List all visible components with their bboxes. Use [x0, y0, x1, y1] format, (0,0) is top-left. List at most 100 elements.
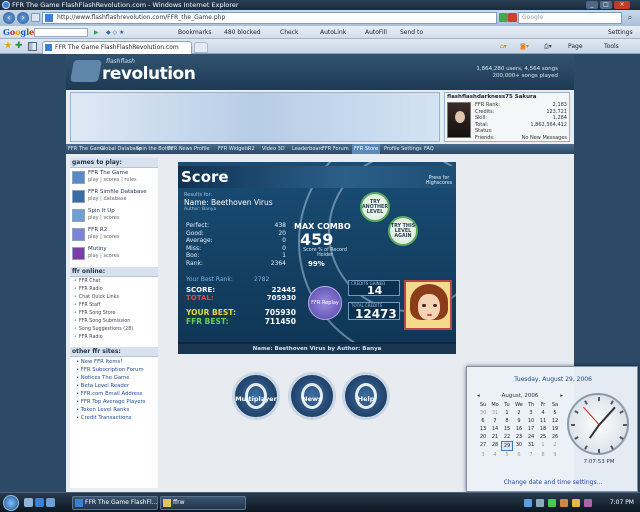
calendar-day[interactable]: 24	[525, 433, 537, 441]
sidebar-game-links[interactable]: play | scores	[88, 253, 120, 259]
calendar-day[interactable]: 30	[513, 441, 525, 451]
tray-app-icon[interactable]	[560, 499, 568, 507]
sidebar-game-links[interactable]: play | database	[88, 196, 127, 202]
sidebar-game-name[interactable]: Spin It Up	[88, 208, 115, 214]
sidebar-site-link[interactable]: • New FFR Items!	[74, 358, 154, 366]
calendar-day[interactable]: 31	[525, 441, 537, 451]
calendar-day[interactable]: 9	[549, 451, 561, 459]
multiplayer-button[interactable]: Multiplayer	[232, 372, 280, 420]
sidebar-game-name[interactable]: FFR Simfile Database	[88, 189, 147, 195]
calendar-day[interactable]: 20	[477, 433, 489, 441]
feeds-icon[interactable]: ◙▾	[520, 41, 529, 52]
calendar-day[interactable]: 5	[501, 451, 513, 459]
nav-r2[interactable]: R2	[248, 144, 255, 154]
calendar-day[interactable]: 29	[501, 441, 513, 451]
nav-video-3d[interactable]: Video 3D	[262, 144, 285, 154]
highscores-hint[interactable]: Press for Highscores	[424, 176, 454, 186]
sidebar-game-name[interactable]: FFR The Game	[88, 170, 128, 176]
calendar-day[interactable]: 4	[537, 409, 549, 417]
add-favorites-icon[interactable]: ✚	[15, 41, 23, 51]
calendar-day[interactable]: 5	[549, 409, 561, 417]
autolink-button[interactable]: AutoLink	[320, 26, 346, 39]
try-another-level-button[interactable]: TRY ANOTHER LEVEL	[360, 192, 390, 222]
calendar-day[interactable]: 2	[549, 441, 561, 451]
prev-month-icon[interactable]: ◂	[477, 393, 480, 399]
calendar-day[interactable]: 28	[489, 441, 501, 451]
recent-pages-icon[interactable]	[31, 13, 40, 22]
calendar-day[interactable]: 10	[525, 417, 537, 425]
news-button[interactable]: News	[288, 372, 336, 420]
sidebar-link[interactable]: • Song Suggestions (28)	[74, 326, 154, 334]
tab-ffr-the-game[interactable]: FFR The Game FlashFlashRevolution.com	[42, 41, 192, 54]
flyout-date[interactable]: Tuesday, August 29, 2006	[467, 376, 639, 383]
sidebar-game-links[interactable]: play | scores	[88, 234, 120, 240]
calendar-day[interactable]: 8	[537, 451, 549, 459]
calendar-day[interactable]: 1	[537, 441, 549, 451]
calendar-day[interactable]: 21	[489, 433, 501, 441]
autofill-button[interactable]: AutoFill	[365, 26, 387, 39]
toolbar-icons[interactable]: ◆ ◇ ★	[106, 26, 124, 39]
sidebar-game-item[interactable]: FFR The Game play | scores | rules	[72, 170, 156, 187]
back-button[interactable]: ‹	[3, 12, 15, 24]
calendar-day[interactable]: 19	[549, 425, 561, 433]
tray-app-icon[interactable]	[584, 499, 592, 507]
show-desktop-icon[interactable]	[24, 498, 33, 507]
calendar-day[interactable]: 30	[477, 409, 489, 417]
sidebar-game-links[interactable]: play | scores | rules	[88, 177, 137, 183]
quick-tabs-icon[interactable]	[28, 42, 37, 51]
sidebar-game-item[interactable]: Spin It Up play | scores	[72, 208, 156, 225]
ad-banner[interactable]	[70, 92, 440, 142]
minimize-button[interactable]: _	[586, 1, 598, 9]
calendar-day[interactable]: 6	[513, 451, 525, 459]
calendar-day[interactable]: 18	[537, 425, 549, 433]
tray-app-icon[interactable]	[572, 499, 580, 507]
sidebar-game-item[interactable]: FFR R2 play | scores	[72, 227, 156, 244]
sidebar-site-link[interactable]: • FFR Top Average Players	[74, 398, 154, 406]
sidebar-game-links[interactable]: play | scores	[88, 215, 120, 221]
calendar-day[interactable]: 12	[549, 417, 561, 425]
print-icon[interactable]: ⎙▾	[544, 41, 552, 52]
profile-name[interactable]: flashflashdarkness75 Sakura	[447, 94, 536, 100]
switch-windows-icon[interactable]	[46, 498, 55, 507]
taskbar-clock[interactable]: 7:07 PM	[610, 499, 634, 506]
calendar-day[interactable]: 27	[477, 441, 489, 451]
tray-app-icon[interactable]	[548, 499, 556, 507]
calendar-day[interactable]: 7	[525, 451, 537, 459]
send-to-button[interactable]: Send to	[400, 26, 423, 39]
calendar-day[interactable]: 11	[537, 417, 549, 425]
sidebar-site-link[interactable]: • Token Level Ranks	[74, 406, 154, 414]
nav-ffr-store[interactable]: FFR Store	[352, 144, 381, 154]
taskbar-item-folder[interactable]: ffrw	[160, 496, 246, 510]
calendar-day[interactable]: 14	[489, 425, 501, 433]
calendar-day[interactable]: 26	[549, 433, 561, 441]
sidebar-link[interactable]: • FFR Song Store	[74, 310, 154, 318]
volume-icon[interactable]	[536, 499, 544, 507]
calendar-day[interactable]: 7	[489, 417, 501, 425]
new-tab-button[interactable]	[194, 42, 208, 53]
sidebar-site-link[interactable]: • Notices The Game	[74, 374, 154, 382]
calendar-day[interactable]: 25	[537, 433, 549, 441]
sidebar-game-item[interactable]: FFR Simfile Database play | database	[72, 189, 156, 206]
sidebar-link[interactable]: • FFR Chat	[74, 278, 154, 286]
go-icon[interactable]: ▶	[94, 26, 99, 39]
calendar-day[interactable]: 6	[477, 417, 489, 425]
start-button[interactable]	[3, 495, 19, 511]
tools-menu[interactable]: Tools	[604, 41, 619, 52]
sidebar-link[interactable]: • FFR Radio	[74, 334, 154, 342]
calendar-day[interactable]: 15	[501, 425, 513, 433]
maximize-button[interactable]: □	[600, 1, 612, 9]
calendar-day[interactable]: 22	[501, 433, 513, 441]
page-menu[interactable]: Page	[568, 41, 583, 52]
bookmarks-button[interactable]: Bookmarks	[178, 26, 212, 39]
calendar-day[interactable]: 3	[477, 451, 489, 459]
calendar-day[interactable]: 13	[477, 425, 489, 433]
avatar[interactable]	[447, 102, 471, 138]
network-icon[interactable]	[524, 499, 532, 507]
calendar-day[interactable]: 17	[525, 425, 537, 433]
try-level-again-button[interactable]: TRY THIS LEVEL AGAIN	[388, 216, 418, 246]
calendar-day[interactable]: 23	[513, 433, 525, 441]
google-search-input[interactable]	[34, 28, 88, 37]
sidebar-site-link[interactable]: • FFR Subscription Forum	[74, 366, 154, 374]
calendar-day[interactable]: 3	[525, 409, 537, 417]
calendar-day[interactable]: 9	[513, 417, 525, 425]
